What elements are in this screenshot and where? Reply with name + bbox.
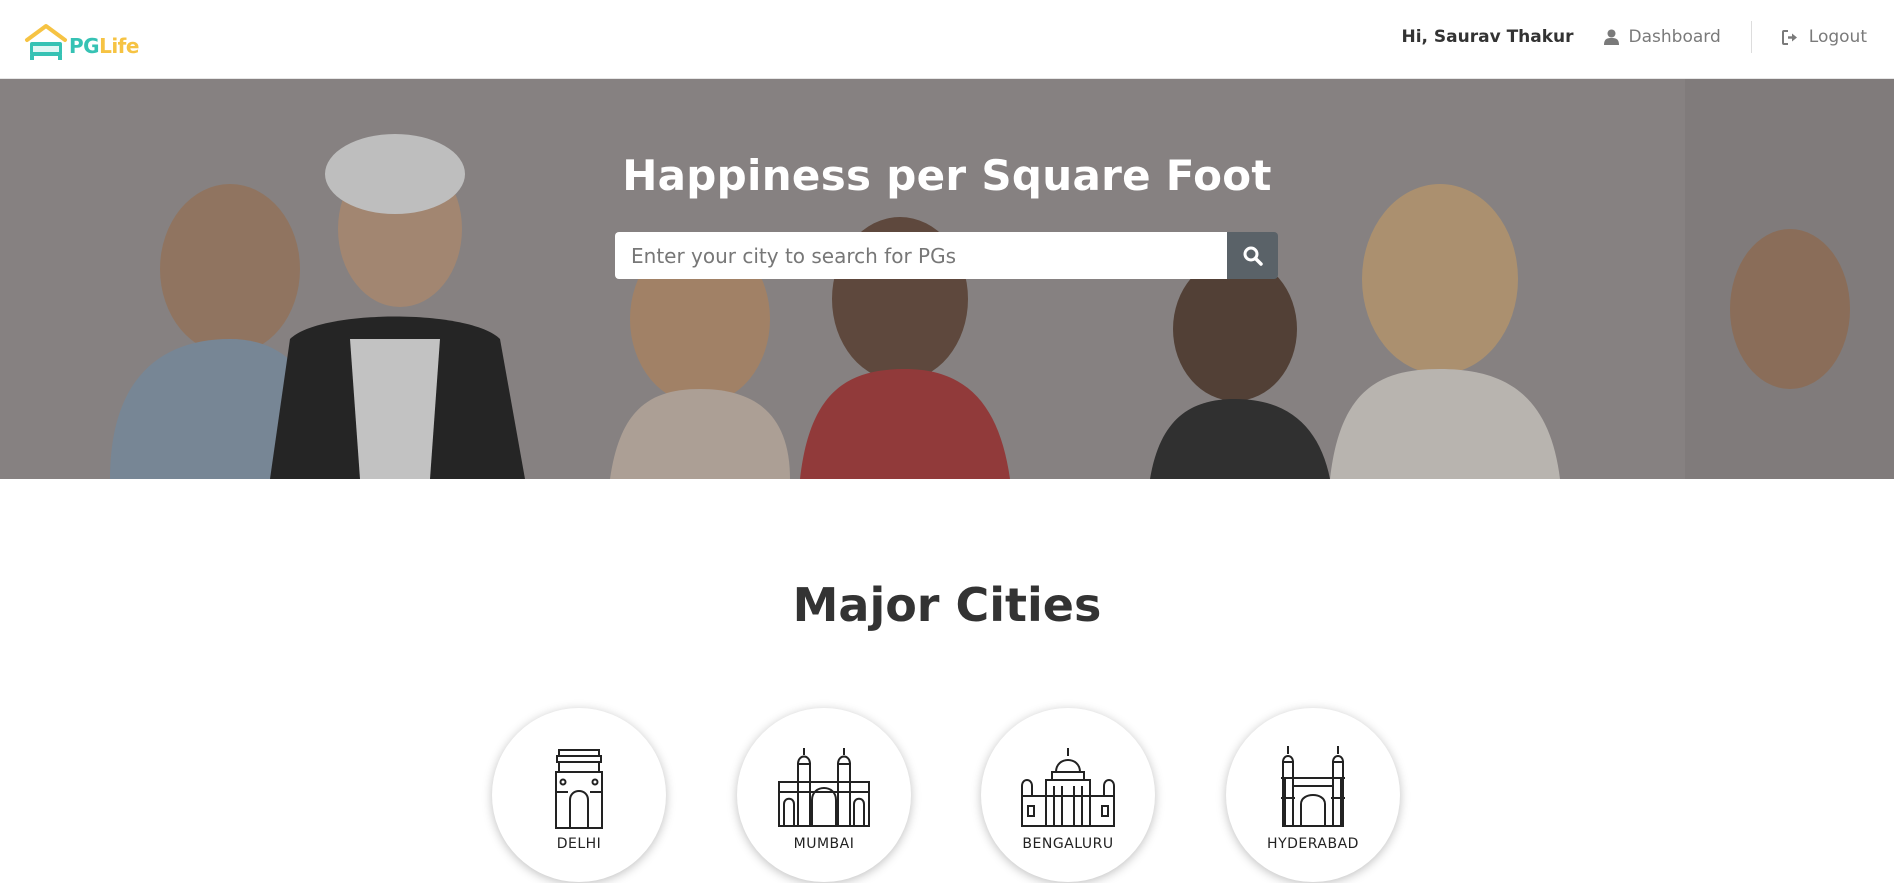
city-search-input[interactable]: [615, 232, 1227, 279]
logout-link[interactable]: Logout: [1781, 27, 1867, 47]
user-icon: [1603, 29, 1619, 45]
city-card-delhi[interactable]: DELHI: [492, 708, 666, 882]
banner-overlay: [0, 79, 1894, 479]
india-gate-icon: [555, 749, 603, 829]
logo-text-pg: PG: [69, 34, 100, 58]
search-button[interactable]: [1227, 232, 1278, 279]
city-card-mumbai[interactable]: MUMBAI: [737, 708, 911, 882]
city-card-bengaluru[interactable]: BENGALURU: [981, 708, 1155, 882]
banner-title: Happiness per Square Foot: [622, 151, 1272, 200]
major-cities-title: Major Cities: [792, 578, 1102, 632]
user-greeting: Hi, Saurav Thakur: [1401, 27, 1574, 47]
logo-text-life: Life: [99, 34, 139, 58]
logo-text: PGLife: [69, 34, 139, 58]
house-logo-icon: [24, 22, 68, 62]
city-name: HYDERABAD: [1267, 836, 1359, 852]
city-name: MUMBAI: [793, 836, 855, 852]
city-name: DELHI: [556, 836, 602, 852]
gateway-of-india-icon: [778, 748, 870, 827]
dashboard-link[interactable]: Dashboard: [1603, 27, 1721, 47]
hero-banner: Happiness per Square Foot: [0, 79, 1894, 479]
navbar: PGLife Hi, Saurav Thakur Dashboard Logou…: [0, 0, 1894, 79]
nav-links: Hi, Saurav Thakur Dashboard Logout: [1401, 21, 1867, 53]
dashboard-label: Dashboard: [1628, 27, 1721, 47]
city-search-form: [615, 232, 1278, 279]
logout-label: Logout: [1808, 27, 1867, 47]
city-name: BENGALURU: [1022, 836, 1114, 852]
city-card-hyderabad[interactable]: HYDERABAD: [1226, 708, 1400, 882]
search-icon: [1243, 246, 1263, 266]
vidhana-soudha-icon: [1021, 748, 1115, 827]
nav-divider: [1750, 21, 1752, 53]
charminar-icon: [1281, 746, 1345, 827]
sign-out-icon: [1781, 29, 1797, 45]
pglife-logo[interactable]: PGLife: [24, 18, 144, 62]
